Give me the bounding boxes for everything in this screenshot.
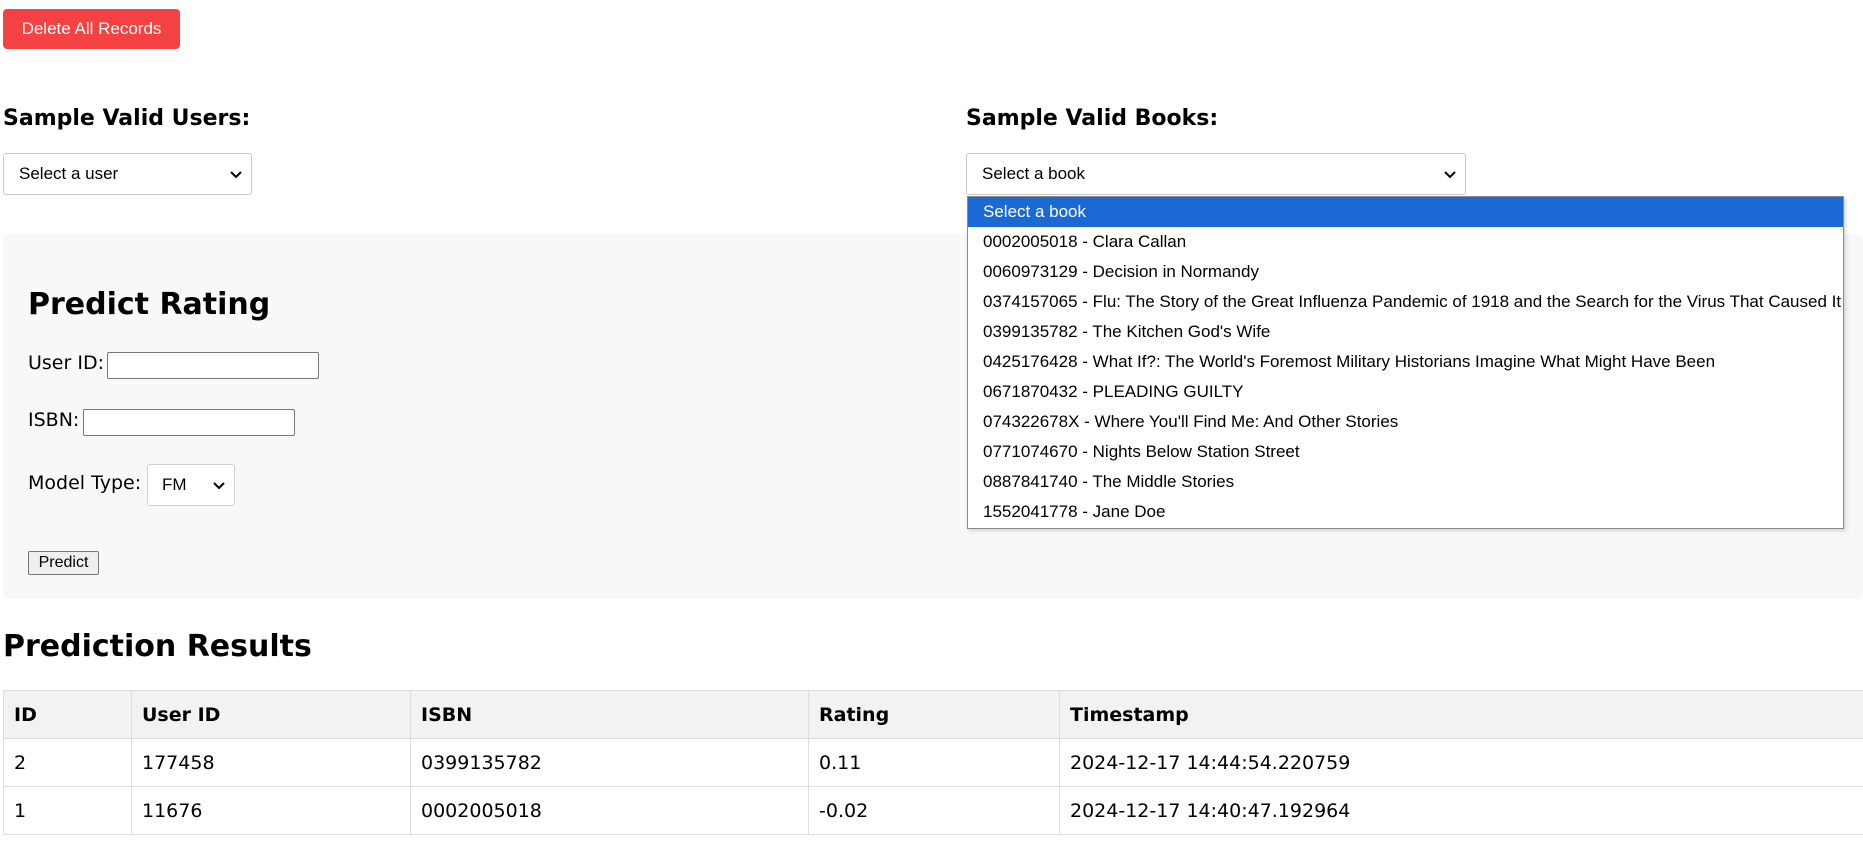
book-option[interactable]: 0425176428 - What If?: The World's Forem… <box>968 347 1843 377</box>
chevron-down-icon <box>1444 171 1456 179</box>
book-option[interactable]: 0374157065 - Flu: The Story of the Great… <box>968 287 1843 317</box>
column-header-timestamp: Timestamp <box>1059 690 1863 739</box>
book-option[interactable]: 0002005018 - Clara Callan <box>968 227 1843 257</box>
cell-timestamp: 2024-12-17 14:40:47.192964 <box>1059 786 1863 835</box>
cell-isbn: 0399135782 <box>410 738 809 787</box>
table-header-row: ID User ID ISBN Rating Timestamp <box>3 690 1863 739</box>
books-heading: Sample Valid Books: <box>966 106 1219 131</box>
predict-button[interactable]: Predict <box>28 551 99 575</box>
model-type-label: Model Type: <box>28 472 142 494</box>
cell-user-id: 11676 <box>131 786 411 835</box>
cell-rating: -0.02 <box>808 786 1060 835</box>
isbn-input[interactable] <box>83 409 295 436</box>
isbn-label: ISBN: <box>28 409 80 431</box>
book-option[interactable]: 1552041778 - Jane Doe <box>968 497 1843 527</box>
user-id-input[interactable] <box>107 352 319 379</box>
table-row: 2 177458 0399135782 0.11 2024-12-17 14:4… <box>3 738 1863 787</box>
book-select[interactable]: Select a book <box>966 153 1466 195</box>
model-type-value: FM <box>162 475 187 494</box>
book-dropdown-list[interactable]: Select a book 0002005018 - Clara Callan … <box>967 196 1844 529</box>
chevron-down-icon <box>230 171 242 179</box>
results-table: ID User ID ISBN Rating Timestamp 2 17745… <box>3 690 1863 835</box>
cell-isbn: 0002005018 <box>410 786 809 835</box>
cell-timestamp: 2024-12-17 14:44:54.220759 <box>1059 738 1863 787</box>
cell-id: 1 <box>3 786 132 835</box>
column-header-user-id: User ID <box>131 690 411 739</box>
book-select-value: Select a book <box>982 164 1086 183</box>
book-option[interactable]: 0887841740 - The Middle Stories <box>968 467 1843 497</box>
model-type-select[interactable]: FM <box>147 464 235 506</box>
book-option[interactable]: 074322678X - Where You'll Find Me: And O… <box>968 407 1843 437</box>
table-row: 1 11676 0002005018 -0.02 2024-12-17 14:4… <box>3 786 1863 835</box>
book-option[interactable]: 0399135782 - The Kitchen God's Wife <box>968 317 1843 347</box>
chevron-down-icon <box>213 482 225 490</box>
predict-title: Predict Rating <box>28 287 271 322</box>
book-option[interactable]: 0671870432 - PLEADING GUILTY <box>968 377 1843 407</box>
book-option[interactable]: 0060973129 - Decision in Normandy <box>968 257 1843 287</box>
delete-all-records-button[interactable]: Delete All Records <box>3 9 180 49</box>
column-header-id: ID <box>3 690 132 739</box>
results-title: Prediction Results <box>3 629 312 664</box>
book-option[interactable]: 0771074670 - Nights Below Station Street <box>968 437 1843 467</box>
user-id-label: User ID: <box>28 352 104 374</box>
column-header-isbn: ISBN <box>410 690 809 739</box>
cell-user-id: 177458 <box>131 738 411 787</box>
user-select[interactable]: Select a user <box>3 153 252 195</box>
cell-rating: 0.11 <box>808 738 1060 787</box>
book-option-placeholder[interactable]: Select a book <box>968 197 1843 227</box>
users-heading: Sample Valid Users: <box>3 106 251 131</box>
cell-id: 2 <box>3 738 132 787</box>
user-select-value: Select a user <box>19 164 119 183</box>
column-header-rating: Rating <box>808 690 1060 739</box>
